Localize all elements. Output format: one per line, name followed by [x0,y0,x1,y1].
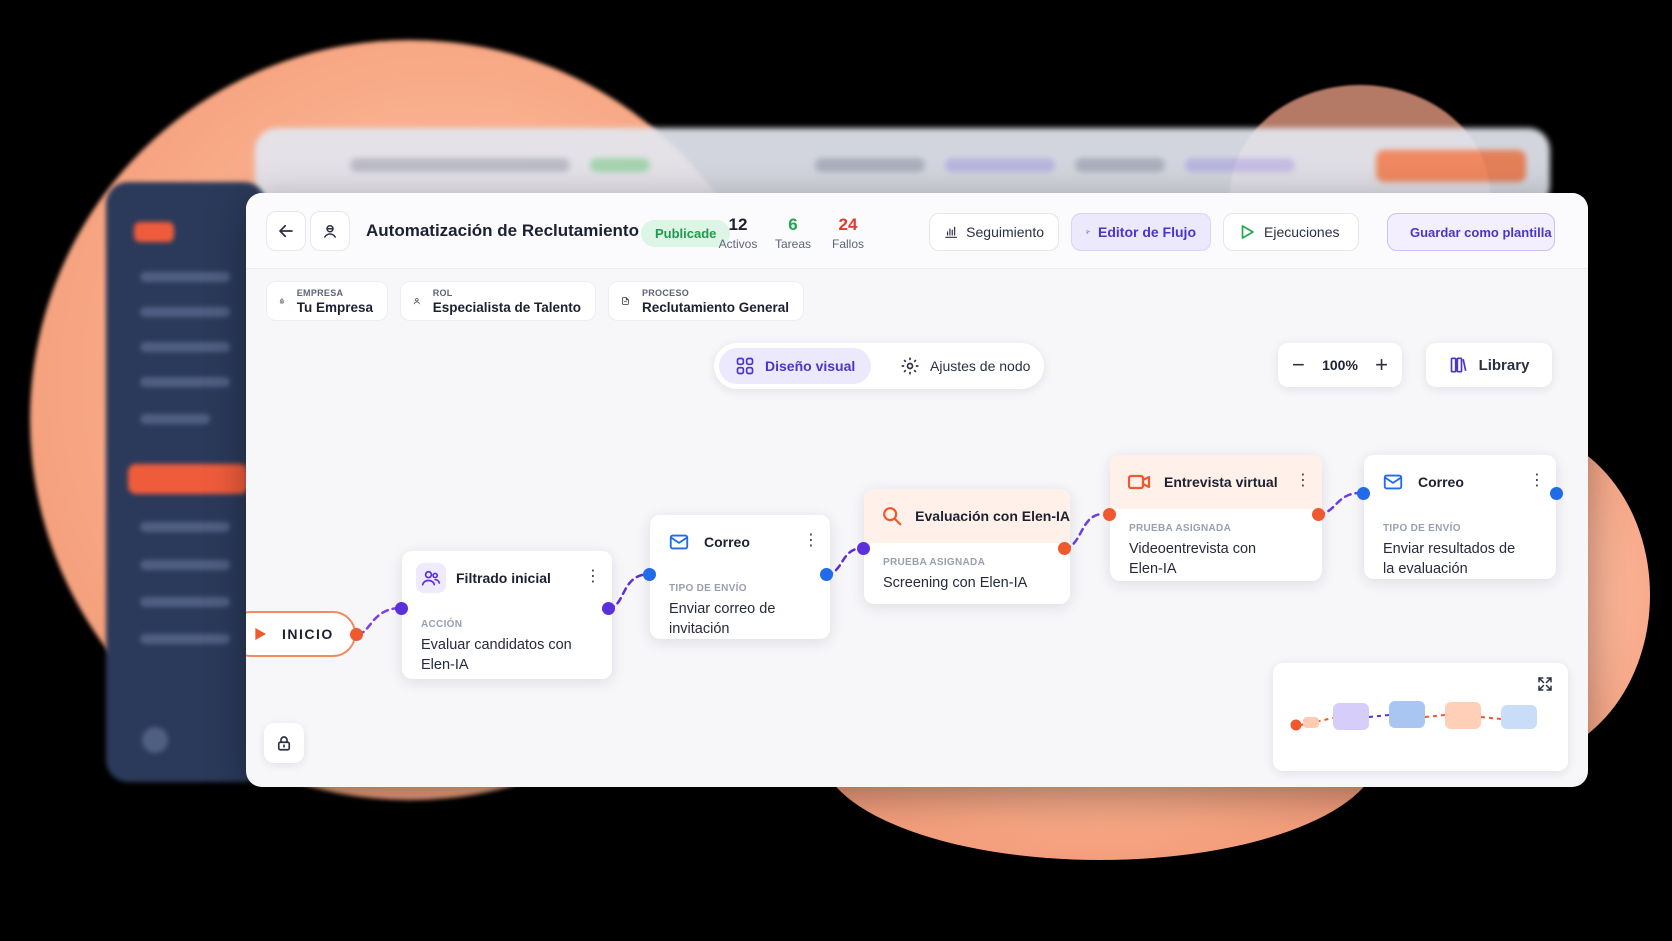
node-value: Evaluar candidatos con Elen-IA [421,637,572,673]
more-options-icon[interactable]: ⋮ [585,569,601,585]
edge-start-filter [356,606,403,636]
lock-icon [277,736,291,751]
start-node[interactable]: INICIO [246,611,356,657]
more-options-icon[interactable]: ⋮ [1295,473,1311,489]
node-kind-label: PRUEBA ASIGNADA [1129,523,1232,534]
node-kind-label: TIPO DE ENVÍO [1383,523,1461,534]
node-kind-label: TIPO DE ENVÍO [669,583,747,594]
lock-canvas-button[interactable] [264,723,304,763]
play-icon [255,628,266,640]
more-options-icon[interactable]: ⋮ [803,533,819,549]
node-kind-label: ACCIÓN [421,619,463,630]
start-label: INICIO [282,626,334,642]
mail-icon [669,534,689,550]
node-value: Enviar correo de invitación [669,601,776,637]
node-title: Correo [704,534,750,550]
node-kind-label: PRUEBA ASIGNADA [883,557,986,568]
node-value: Screening con Elen-IA [883,575,1028,591]
background-sidebar [106,182,266,782]
node-input-port[interactable] [1357,487,1370,500]
node-input-port[interactable] [1103,508,1116,521]
node-output-port[interactable] [1312,508,1325,521]
node-evaluacion-elenia[interactable]: Evaluación con Elen-IA PRUEBA ASIGNADA S… [864,489,1070,604]
mail-icon [1383,474,1403,490]
node-output-port[interactable] [820,568,833,581]
node-title: Filtrado inicial [456,570,551,586]
expand-icon[interactable] [1536,675,1554,693]
node-input-port[interactable] [395,602,408,615]
workflow-editor-window: Automatización de Reclutamiento Publicad… [246,193,1588,787]
more-options-icon[interactable]: ⋮ [1529,473,1545,489]
edge-filter-mail [606,572,652,610]
node-output-port[interactable] [602,602,615,615]
minimap[interactable] [1273,663,1568,771]
node-value: Videoentrevista con Elen-IA [1129,541,1257,577]
node-output-port[interactable] [1058,542,1071,555]
start-output-port[interactable] [350,628,363,641]
node-input-port[interactable] [643,568,656,581]
node-title: Entrevista virtual [1164,474,1278,490]
users-icon [421,570,441,586]
minimap-preview [1290,701,1537,731]
node-filtrado-inicial[interactable]: Filtrado inicial ⋮ ACCIÓN Evaluar candid… [402,551,612,679]
node-correo-resultados[interactable]: Correo ⋮ TIPO DE ENVÍO Enviar resultados… [1364,455,1556,579]
node-value: Enviar resultados de la evaluación [1383,541,1516,577]
node-correo-invitacion[interactable]: Correo ⋮ TIPO DE ENVÍO Enviar correo de … [650,515,830,639]
node-output-port[interactable] [1550,487,1563,500]
node-title: Correo [1418,474,1464,490]
node-input-port[interactable] [857,542,870,555]
node-entrevista-virtual[interactable]: Entrevista virtual ⋮ PRUEBA ASIGNADA Vid… [1110,455,1322,581]
video-icon [1127,474,1151,490]
search-icon [882,507,901,526]
node-title: Evaluación con Elen-IA [915,508,1070,524]
